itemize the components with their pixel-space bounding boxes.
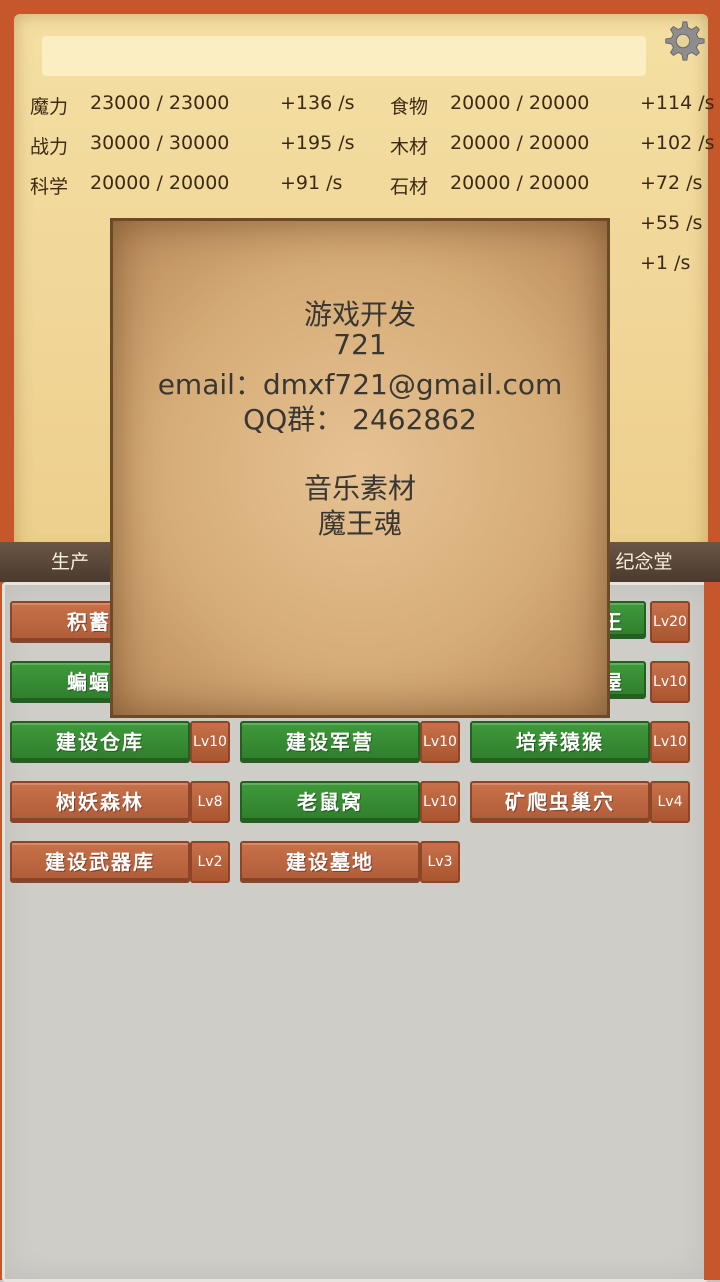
credits-qq-group: QQ群： 2462862: [243, 403, 477, 436]
building-level: Lv3: [420, 841, 460, 883]
credits-title: 游戏开发: [303, 298, 416, 331]
resource-rate: +114 /s: [640, 92, 715, 114]
resource-rate: +195 /s: [280, 132, 355, 154]
resource-value: 20000 / 20000: [90, 172, 230, 194]
resource-name: 科学: [30, 176, 69, 198]
frame-edge: [704, 582, 720, 1280]
message-bar: [42, 36, 646, 76]
building-level: Lv4: [650, 781, 690, 823]
resource-value: 23000 / 23000: [90, 92, 230, 114]
building-level: Lv10: [420, 721, 460, 763]
building-button[interactable]: 建设仓库: [10, 721, 190, 763]
building-button[interactable]: 老鼠窝: [240, 781, 420, 823]
building-level: Lv10: [420, 781, 460, 823]
resource-name: 食物: [390, 96, 429, 118]
resource-name: 魔力: [30, 96, 69, 118]
resource-value: 20000 / 20000: [450, 92, 590, 114]
building-level: Lv8: [190, 781, 230, 823]
building-button[interactable]: 培养猿猴: [470, 721, 650, 763]
resource-rate: +136 /s: [280, 92, 355, 114]
building-button[interactable]: 矿爬虫巢穴: [470, 781, 650, 823]
building-button[interactable]: 建设军营: [240, 721, 420, 763]
resource-value: 30000 / 30000: [90, 132, 230, 154]
credits-email: email：dmxf721@gmail.com: [157, 368, 563, 401]
resource-value: 20000 / 20000: [450, 172, 590, 194]
credits-developer: 721: [333, 328, 387, 361]
building-level: Lv10: [650, 661, 690, 703]
building-button[interactable]: 建设墓地: [240, 841, 420, 883]
resource-name: 木材: [390, 136, 429, 158]
resource-rate: +91 /s: [280, 172, 343, 194]
credits-music-source: 魔王魂: [317, 507, 402, 540]
resource-rate: +1 /s: [640, 252, 691, 274]
resource-name: 石材: [390, 176, 429, 198]
building-level: Lv10: [650, 721, 690, 763]
gear-icon[interactable]: [660, 18, 706, 64]
building-level: Lv10: [190, 721, 230, 763]
resource-name: 战力: [30, 136, 69, 158]
credits-dialog[interactable]: 游戏开发 721 email：dmxf721@gmail.com QQ群： 24…: [110, 218, 610, 718]
resource-value: 20000 / 20000: [450, 132, 590, 154]
resource-rate: +102 /s: [640, 132, 715, 154]
building-button[interactable]: 树妖森林: [10, 781, 190, 823]
resource-rate: +55 /s: [640, 212, 703, 234]
building-level: Lv2: [190, 841, 230, 883]
building-level: Lv20: [650, 601, 690, 643]
credits-music-heading: 音乐素材: [303, 472, 416, 505]
building-button[interactable]: 建设武器库: [10, 841, 190, 883]
resource-rate: +72 /s: [640, 172, 703, 194]
